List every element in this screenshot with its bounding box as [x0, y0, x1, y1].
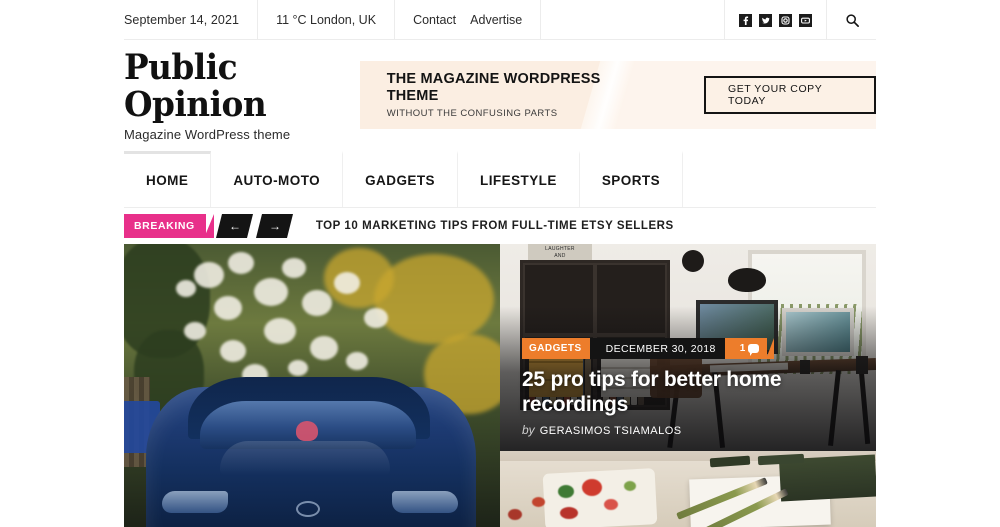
site-branding[interactable]: Public Opinion Magazine WordPress theme — [124, 48, 360, 143]
nav-item-lifestyle[interactable]: LIFESTYLE — [458, 151, 580, 207]
search-toggle[interactable] — [827, 0, 876, 40]
featured-author[interactable]: GERASIMOS TSIAMALOS — [540, 425, 682, 437]
site-title: Public Opinion — [124, 46, 267, 125]
facebook-icon[interactable] — [739, 13, 752, 27]
current-date: September 14, 2021 — [124, 13, 240, 27]
car-headlight-left — [162, 491, 228, 513]
breaking-next-button[interactable]: → — [255, 214, 293, 238]
featured-date: DECEMBER 30, 2018 — [589, 338, 732, 360]
masthead: Public Opinion Magazine WordPress theme … — [124, 41, 876, 149]
top-bar: September 14, 2021 11 °C London, UK Cont… — [124, 0, 876, 40]
ad-copy: THE MAGAZINE WORDPRESS THEME WITHOUT THE… — [387, 71, 634, 118]
breaking-prev-button[interactable]: ← — [215, 214, 253, 238]
ad-cta-button[interactable]: GET YOUR COPY TODAY — [703, 76, 876, 114]
page-root: September 14, 2021 11 °C London, UK Cont… — [0, 0, 1000, 527]
twitter-icon[interactable] — [759, 13, 772, 27]
nav-item-auto-moto[interactable]: AUTO-MOTO — [211, 151, 344, 207]
top-bar-spacer — [541, 0, 725, 40]
nav-filler — [683, 151, 876, 207]
arrow-left-icon: ← — [228, 219, 241, 233]
car-emblem — [296, 501, 320, 517]
featured-article-title[interactable]: 25 pro tips for better home recordings — [522, 368, 876, 418]
comment-bubble-icon — [748, 344, 760, 357]
featured-category-badge[interactable]: GADGETS — [522, 338, 597, 360]
car-interior-detail — [296, 421, 318, 441]
social-links — [725, 0, 827, 40]
breaking-badge: BREAKING — [124, 214, 214, 238]
nav-item-home[interactable]: HOME — [124, 151, 212, 207]
breaking-news-bar: BREAKING ← → TOP 10 MARKETING TIPS FROM … — [124, 214, 876, 238]
search-icon — [846, 13, 859, 27]
main-navigation: HOME AUTO-MOTO GADGETS LIFESTYLE SPORTS — [124, 151, 876, 208]
nav-item-sports[interactable]: SPORTS — [580, 151, 684, 207]
hero-card-left[interactable] — [124, 244, 500, 527]
featured-comment-count[interactable]: 1 — [724, 338, 774, 360]
link-advertise[interactable]: Advertise — [470, 13, 522, 27]
car-hood — [220, 441, 390, 475]
ad-subheading: WITHOUT THE CONFUSING PARTS — [386, 107, 558, 119]
top-bar-weather-cell: 11 °C London, UK — [258, 0, 396, 40]
header-ad-banner[interactable]: THE MAGAZINE WORDPRESS THEME WITHOUT THE… — [359, 61, 876, 129]
instagram-icon[interactable] — [779, 13, 792, 27]
breaking-headline[interactable]: TOP 10 MARKETING TIPS FROM FULL-TIME ETS… — [316, 220, 674, 232]
link-contact[interactable]: Contact — [413, 13, 456, 27]
paint-palette — [542, 468, 658, 527]
hero-card-bottom-right[interactable] — [500, 451, 876, 527]
featured-byline: by GERASIMOS TSIAMALOS — [522, 423, 876, 437]
weather-text: 11 °C London, UK — [276, 13, 377, 27]
featured-article-overlay: GADGETS DECEMBER 30, 2018 1 25 pro tips … — [512, 338, 876, 437]
hero-grid: LAUGHTERANDWISDOM — [124, 244, 876, 527]
youtube-icon[interactable] — [799, 13, 812, 27]
byline-label: by — [522, 423, 535, 437]
nav-item-gadgets[interactable]: GADGETS — [343, 151, 459, 207]
art-supplies-photo — [500, 451, 876, 527]
top-bar-date-cell: September 14, 2021 — [124, 0, 259, 40]
ad-heading: THE MAGAZINE WORDPRESS THEME — [386, 71, 601, 104]
featured-meta-row: GADGETS DECEMBER 30, 2018 1 — [522, 338, 876, 360]
top-bar-links: Contact Advertise — [395, 0, 542, 40]
comment-count-value: 1 — [739, 343, 746, 355]
arrow-right-icon: → — [268, 219, 281, 233]
site-tagline: Magazine WordPress theme — [124, 127, 291, 143]
car-photo — [124, 244, 500, 527]
car-headlight-right — [392, 491, 458, 513]
